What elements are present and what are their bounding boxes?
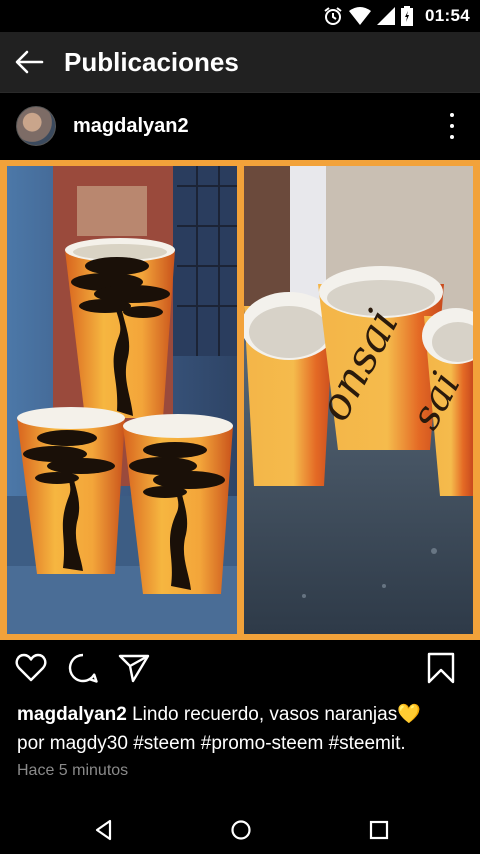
photo-right: onsai sai	[244, 166, 473, 634]
battery-icon	[401, 6, 414, 26]
nav-home-icon[interactable]	[229, 818, 253, 842]
yellow-heart-emoji: 💛	[397, 704, 421, 725]
bookmark-icon[interactable]	[425, 652, 457, 684]
post-header: magdalyan2	[0, 93, 480, 159]
app-bar: Publicaciones	[0, 32, 480, 92]
photo-left	[7, 166, 237, 634]
comment-icon[interactable]	[67, 652, 99, 684]
arrow-left-icon	[15, 50, 44, 74]
alarm-icon	[324, 7, 342, 25]
caption-by: por magdy30	[17, 733, 128, 754]
hashtag-steemit[interactable]: #steemit.	[329, 733, 406, 754]
post-username[interactable]: magdalyan2	[73, 115, 189, 138]
more-vert-icon	[450, 113, 454, 117]
status-time: 01:54	[425, 6, 470, 25]
nav-recents-icon[interactable]	[367, 818, 391, 842]
system-nav-bar	[0, 806, 480, 854]
post-caption: magdalyan2 Lindo recuerdo, vasos naranja…	[17, 700, 467, 758]
hashtag-promo-steem[interactable]: #promo-steem	[201, 733, 324, 754]
caption-username[interactable]: magdalyan2	[17, 704, 127, 725]
heart-icon[interactable]	[15, 652, 47, 684]
post-actions	[0, 640, 480, 696]
signal-icon	[377, 7, 396, 25]
caption-text: Lindo recuerdo, vasos naranjas	[132, 704, 398, 725]
post-image[interactable]: onsai sai	[0, 160, 480, 640]
wifi-icon	[349, 7, 372, 25]
post-timestamp: Hace 5 minutos	[17, 762, 129, 779]
page-title: Publicaciones	[64, 46, 239, 77]
nav-back-icon[interactable]	[92, 818, 116, 842]
avatar[interactable]	[16, 106, 56, 146]
more-options-button[interactable]	[448, 113, 456, 139]
hashtag-steem[interactable]: #steem	[133, 733, 195, 754]
send-icon[interactable]	[118, 652, 150, 684]
back-button[interactable]	[0, 32, 58, 92]
status-bar: 01:54	[0, 0, 480, 32]
